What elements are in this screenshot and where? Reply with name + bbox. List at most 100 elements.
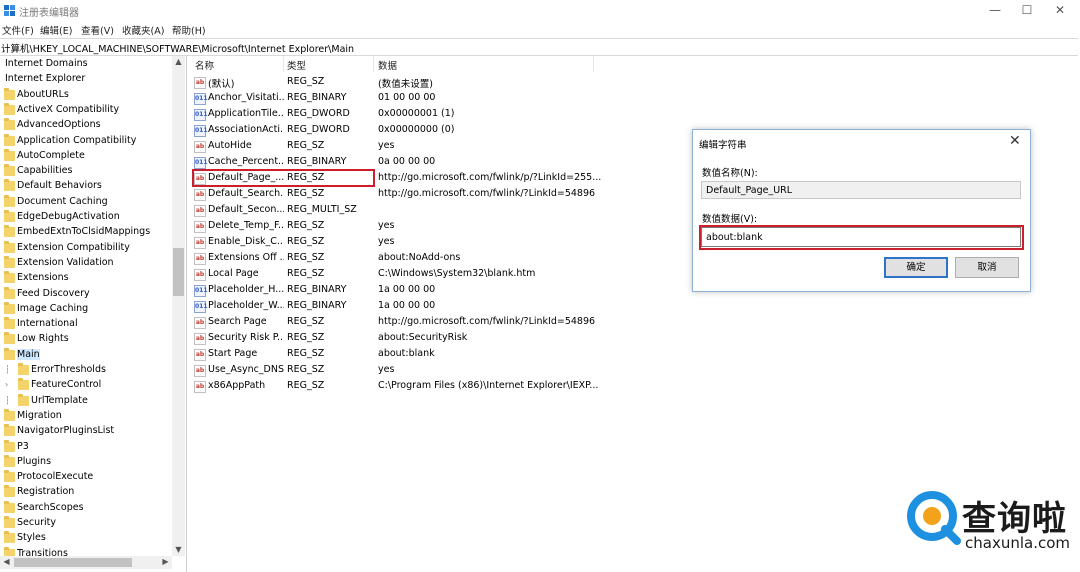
scroll-down-arrow-icon[interactable]: ▼ <box>172 544 185 556</box>
tree-item[interactable]: Extensions <box>0 271 172 286</box>
tree-item[interactable]: AutoComplete <box>0 148 172 164</box>
tree-item[interactable]: AdvancedOptions <box>0 118 172 133</box>
tree-item[interactable]: AboutURLs <box>0 87 172 103</box>
scroll-left-arrow-icon[interactable]: ◀ <box>0 556 13 568</box>
folder-icon <box>18 363 29 375</box>
tree-item[interactable]: Extension Compatibility <box>0 240 172 256</box>
value-row[interactable]: ab Extensions Off ... REG_SZ about:NoAdd-on… <box>190 250 610 266</box>
tree-item[interactable]: ProtocolExecute <box>0 470 172 485</box>
value-row[interactable]: ab Use_Async_DNS REG_SZ yes <box>190 362 610 378</box>
scroll-up-arrow-icon[interactable]: ▲ <box>172 56 185 68</box>
tree-item-label: FeatureControl <box>31 379 102 391</box>
value-row[interactable]: ab (默认) REG_SZ (数值未设置) <box>190 74 610 90</box>
tree-item[interactable]: EmbedExtnToClsidMappings <box>0 225 172 240</box>
binary-value-icon: 011 <box>194 157 208 169</box>
value-row[interactable]: ab Default_Search... REG_SZ http://go.micro… <box>190 186 610 202</box>
menu-view[interactable]: 查看(V) <box>81 23 114 37</box>
tree-item[interactable]: Registration <box>0 485 172 500</box>
menu-favorites[interactable]: 收藏夹(A) <box>122 23 164 37</box>
folder-icon <box>4 317 15 330</box>
value-row[interactable]: ab Local Page REG_SZ C:\Windows\System32\bl… <box>190 266 610 282</box>
expand-chevron-icon[interactable]: › <box>5 380 13 389</box>
value-row[interactable]: ab Start Page REG_SZ about:blank <box>190 346 610 362</box>
tree-item[interactable]: Low Rights <box>0 332 172 347</box>
value-name: (默认) <box>208 79 235 90</box>
tree-item[interactable]: Extension Validation <box>0 255 172 271</box>
column-separator[interactable] <box>283 56 284 72</box>
column-separator[interactable] <box>373 56 374 72</box>
tree-item-label: Application Compatibility <box>17 134 137 146</box>
value-row[interactable]: 011 AssociationActi... REG_DWORD 0x00000000… <box>190 122 610 138</box>
tree-item[interactable]: ┆ ErrorThresholds <box>0 363 172 378</box>
tree-item[interactable]: Application Compatibility <box>0 133 172 149</box>
tree-item[interactable]: SearchScopes <box>0 500 172 516</box>
tree-item[interactable]: › FeatureControl <box>0 378 172 393</box>
column-header-type[interactable]: 类型 <box>287 58 306 72</box>
value-row[interactable]: ab Enable_Disk_C... REG_SZ yes <box>190 234 610 250</box>
value-row[interactable]: ab Search Page REG_SZ http://go.microsoft.c… <box>190 314 610 330</box>
tree-item-label: ProtocolExecute <box>17 471 94 483</box>
tree-vertical-scrollbar[interactable]: ▲ ▼ <box>172 56 185 556</box>
address-bar[interactable]: 计算机\HKEY_LOCAL_MACHINE\SOFTWARE\Microsof… <box>0 38 1078 56</box>
tree-item[interactable]: Feed Discovery <box>0 286 172 302</box>
column-header-name[interactable]: 名称 <box>195 58 214 72</box>
edit-string-dialog: 编辑字符串 ✕ 数值名称(N): Default_Page_URL 数值数据(V… <box>692 129 1031 292</box>
tree-item[interactable]: Security <box>0 516 172 531</box>
dialog-close-icon[interactable]: ✕ <box>1009 133 1021 149</box>
tree-item[interactable]: Default Behaviors <box>0 179 172 194</box>
ok-button[interactable]: 确定 <box>884 257 948 278</box>
tree-item-label: Capabilities <box>17 165 73 177</box>
column-separator[interactable] <box>593 56 594 72</box>
value-name: Use_Async_DNS <box>208 364 284 375</box>
value-row[interactable]: 011 Cache_Percent... REG_BINARY 0a 00 00 00 <box>190 154 610 170</box>
tree-item[interactable]: Document Caching <box>0 194 172 210</box>
tree-item[interactable]: Styles <box>0 531 172 546</box>
tree-horizontal-scroll-thumb[interactable] <box>14 558 132 567</box>
value-data: about:NoAdd-ons <box>378 252 461 263</box>
value-row[interactable]: 011 Placeholder_H... REG_BINARY 1a 00 00 00 <box>190 282 610 298</box>
tree-item[interactable]: Migration <box>0 408 172 424</box>
column-header-data[interactable]: 数据 <box>378 58 397 72</box>
watermark-title: 查询啦 <box>962 499 1067 539</box>
tree-item[interactable]: International <box>0 317 172 332</box>
tree-item[interactable]: Image Caching <box>0 301 172 317</box>
registry-tree[interactable]: Internet Domains Internet Explorer AboutUR… <box>0 56 187 572</box>
value-data: http://go.microsoft.com/fwlink/p/?LinkId… <box>378 172 602 183</box>
value-name: Cache_Percent... <box>208 156 284 167</box>
value-type: REG_SZ <box>287 316 325 327</box>
cancel-button[interactable]: 取消 <box>955 257 1019 278</box>
tree-item[interactable]: Capabilities <box>0 164 172 179</box>
tree-item-label: SearchScopes <box>17 501 84 513</box>
tree-item[interactable]: P3 <box>0 439 172 455</box>
tree-item[interactable]: ActiveX Compatibility <box>0 102 172 118</box>
value-row[interactable]: 011 ApplicationTile... REG_DWORD 0x00000001… <box>190 106 610 122</box>
close-button[interactable]: ✕ <box>1040 0 1080 22</box>
tree-item[interactable]: Plugins <box>0 454 172 470</box>
tree-item[interactable]: NavigatorPluginsList <box>0 424 172 439</box>
tree-vertical-scroll-thumb[interactable] <box>173 248 184 296</box>
folder-icon <box>4 255 15 268</box>
menu-file[interactable]: 文件(F) <box>2 23 34 37</box>
tree-item-label: Security <box>17 517 57 528</box>
tree-item[interactable]: EdgeDebugActivation <box>0 210 172 225</box>
string-value-icon: ab <box>194 381 206 393</box>
tree-item[interactable]: Internet Domains <box>0 57 172 72</box>
menu-help[interactable]: 帮助(H) <box>172 23 206 37</box>
value-type: REG_SZ <box>287 268 325 279</box>
value-row[interactable]: 011 Anchor_Visitati... REG_BINARY 01 00 00 … <box>190 90 610 106</box>
value-row[interactable]: ab x86AppPath REG_SZ C:\Program Files (x86)… <box>190 378 610 394</box>
value-data: about:SecurityRisk <box>378 332 468 343</box>
folder-icon <box>4 194 15 207</box>
menu-edit[interactable]: 编辑(E) <box>40 23 72 37</box>
value-row[interactable]: ab Delete_Temp_F... REG_SZ yes <box>190 218 610 234</box>
scroll-right-arrow-icon[interactable]: ▶ <box>159 556 172 568</box>
value-row[interactable]: ab Security Risk P... REG_SZ about:Security… <box>190 330 610 346</box>
value-type: REG_SZ <box>287 380 325 391</box>
value-row[interactable]: ab AutoHide REG_SZ yes <box>190 138 610 154</box>
value-row[interactable]: 011 Placeholder_W... REG_BINARY 1a 00 00 00 <box>190 298 610 314</box>
value-row[interactable]: ab Default_Secon... REG_MULTI_SZ <box>190 202 610 218</box>
tree-item[interactable]: Main <box>0 347 172 363</box>
value-data: C:\Program Files (x86)\Internet Explorer… <box>378 380 599 391</box>
tree-item[interactable]: ┆ UrlTemplate <box>0 393 172 409</box>
tree-item[interactable]: Internet Explorer <box>0 72 172 87</box>
